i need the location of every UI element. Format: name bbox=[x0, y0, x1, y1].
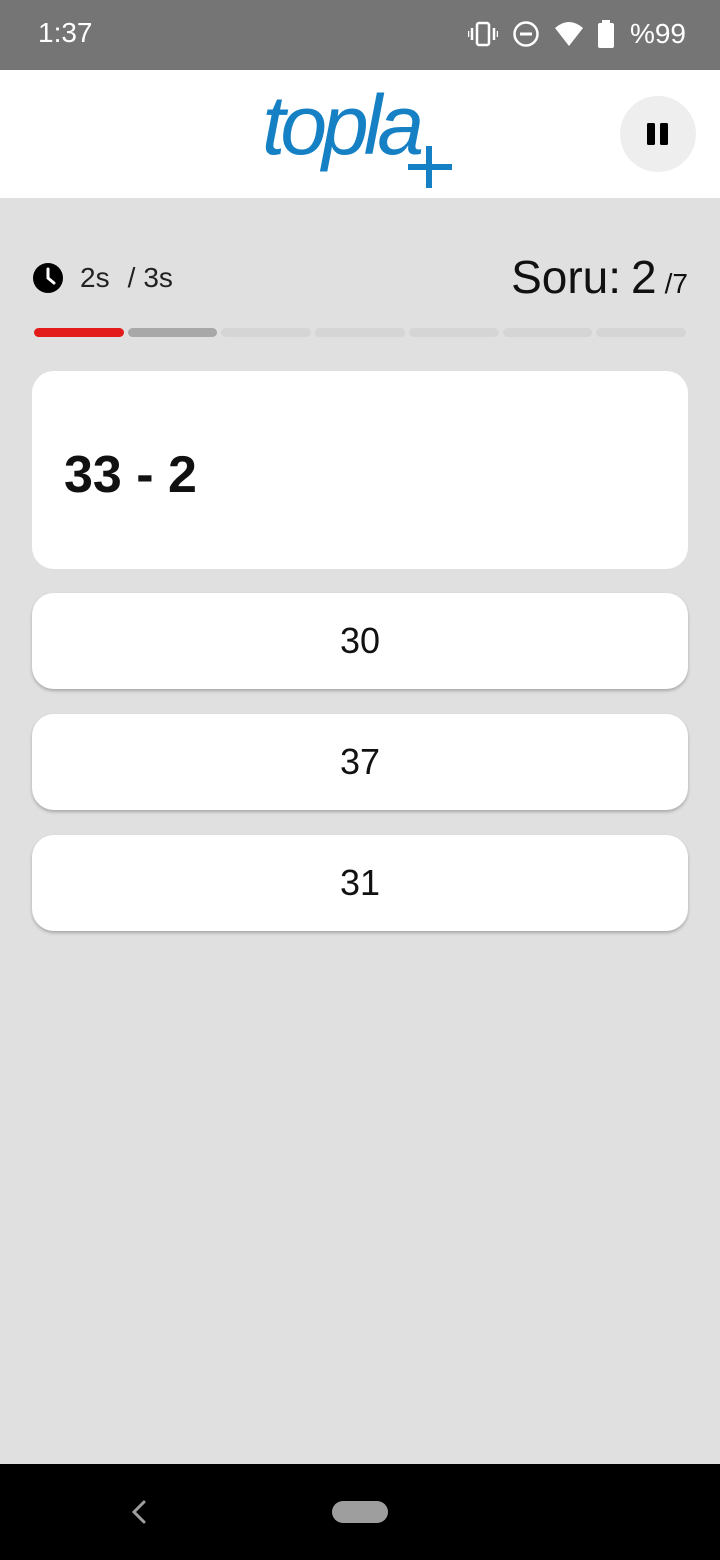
progress-segment bbox=[315, 328, 405, 337]
question-progress bbox=[34, 328, 687, 337]
progress-segment bbox=[408, 328, 499, 337]
progress-segment bbox=[127, 328, 218, 337]
system-nav-bar bbox=[0, 1464, 720, 1560]
logo-text: topla bbox=[262, 78, 424, 172]
progress-segment bbox=[596, 328, 687, 337]
question-card: 33 - 2 bbox=[32, 371, 688, 569]
question-expression: 33 - 2 bbox=[64, 446, 197, 504]
battery-icon bbox=[597, 20, 614, 48]
do-not-disturb-icon bbox=[513, 21, 539, 47]
pause-button[interactable] bbox=[620, 96, 696, 172]
timer: 2s / 3s bbox=[32, 262, 173, 294]
answer-option[interactable]: 30 bbox=[32, 593, 688, 689]
question-counter: Soru: 2 /7 bbox=[511, 250, 688, 304]
home-button[interactable] bbox=[332, 1501, 388, 1523]
progress-segment bbox=[221, 328, 312, 337]
plus-icon bbox=[408, 146, 452, 188]
progress-segment bbox=[34, 328, 124, 337]
status-time: 1:37 bbox=[38, 17, 93, 48]
back-icon[interactable] bbox=[128, 1494, 150, 1530]
timer-separator: / bbox=[127, 262, 136, 293]
wifi-badge: 4 bbox=[578, 33, 586, 48]
app-logo: topla bbox=[262, 80, 462, 190]
answer-option[interactable]: 31 bbox=[32, 835, 688, 931]
question-label: Soru: bbox=[511, 251, 622, 303]
timer-limit: 3s bbox=[143, 262, 173, 293]
app-bar: topla bbox=[0, 70, 720, 198]
question-total: /7 bbox=[664, 268, 688, 299]
question-current: 2 bbox=[631, 251, 657, 303]
status-bar: 1:37 4 %99 bbox=[0, 0, 720, 70]
wifi-icon: 4 bbox=[554, 20, 586, 48]
battery-percent: %99 bbox=[629, 18, 686, 49]
progress-segment bbox=[502, 328, 593, 337]
timer-elapsed: 2s bbox=[80, 262, 110, 293]
vibrate-icon bbox=[467, 21, 498, 47]
pause-icon bbox=[647, 123, 668, 145]
clock-icon bbox=[33, 263, 63, 293]
answer-option[interactable]: 37 bbox=[32, 714, 688, 810]
status-icons: 4 %99 bbox=[467, 18, 686, 50]
